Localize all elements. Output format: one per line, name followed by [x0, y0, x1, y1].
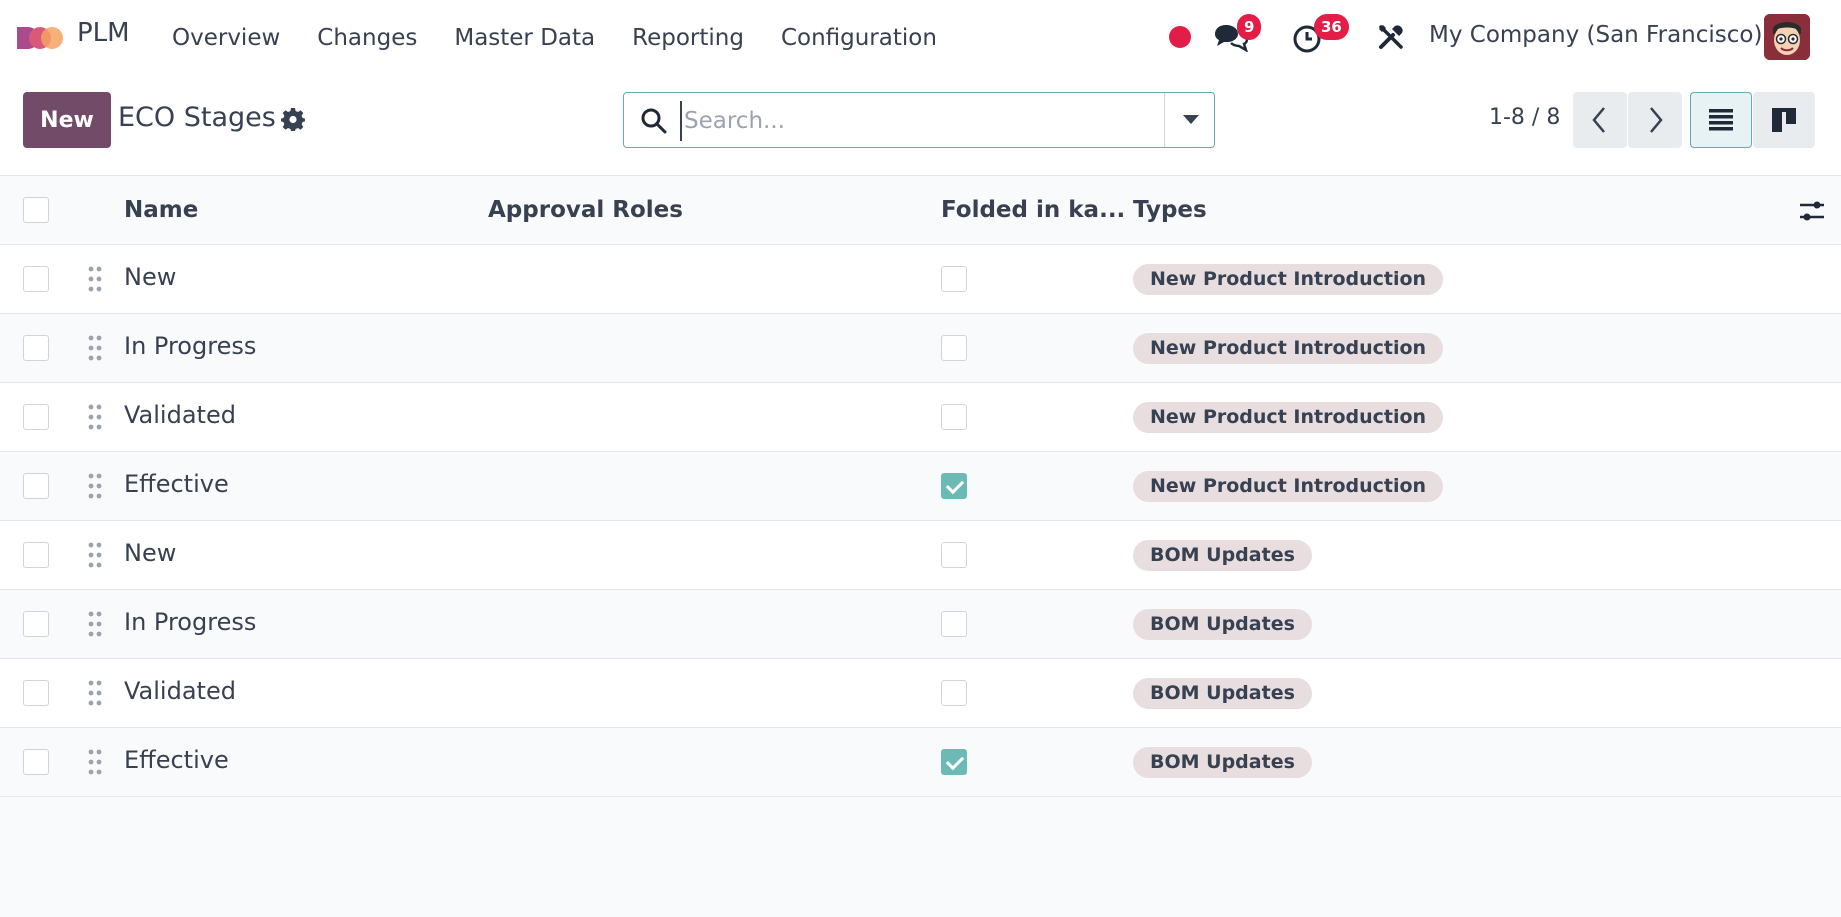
row-select-checkbox[interactable] [23, 542, 49, 568]
folded-checkbox[interactable] [941, 335, 967, 361]
menu-master-data[interactable]: Master Data [454, 25, 595, 51]
top-navbar: PLM Overview Changes Master Data Reporti… [0, 0, 1841, 75]
chevron-right-icon [1650, 107, 1663, 133]
table-row[interactable]: Effective New Product Introduction [0, 452, 1841, 521]
drag-handle-icon[interactable] [88, 610, 102, 638]
type-tag: BOM Updates [1133, 678, 1312, 709]
recording-indicator-icon[interactable] [1169, 26, 1191, 48]
eco-stages-table: Name Approval Roles Folded in ka... Type… [0, 177, 1841, 797]
folded-checkbox[interactable] [941, 542, 967, 568]
gear-icon[interactable] [281, 107, 305, 131]
table-row[interactable]: New New Product Introduction [0, 245, 1841, 314]
stage-name[interactable]: In Progress [124, 332, 256, 360]
row-select-checkbox[interactable] [23, 473, 49, 499]
drag-handle-icon[interactable] [88, 334, 102, 362]
menu-reporting[interactable]: Reporting [632, 25, 744, 51]
drag-handle-icon[interactable] [88, 265, 102, 293]
row-select-checkbox[interactable] [23, 335, 49, 361]
row-select-checkbox[interactable] [23, 266, 49, 292]
stage-name[interactable]: New [124, 539, 176, 567]
folded-checkbox[interactable] [941, 611, 967, 637]
row-select-checkbox[interactable] [23, 749, 49, 775]
kanban-view-button[interactable] [1753, 92, 1815, 148]
app-name[interactable]: PLM [77, 18, 130, 48]
folded-checkbox[interactable] [941, 266, 967, 292]
pager-previous-button[interactable] [1573, 92, 1627, 148]
stage-name[interactable]: Validated [124, 401, 236, 429]
folded-checkbox[interactable] [941, 680, 967, 706]
drag-handle-icon[interactable] [88, 403, 102, 431]
list-view-icon [1709, 109, 1733, 131]
type-tag: New Product Introduction [1133, 402, 1444, 433]
control-panel: New ECO Stages 1-8 / 8 [0, 75, 1841, 176]
search-options-toggle[interactable] [1164, 93, 1214, 147]
row-select-checkbox[interactable] [23, 611, 49, 637]
folded-checkbox[interactable] [941, 473, 967, 499]
row-select-checkbox[interactable] [23, 404, 49, 430]
optional-columns-icon[interactable] [1798, 197, 1826, 225]
table-row[interactable]: Validated New Product Introduction [0, 383, 1841, 452]
list-view-button[interactable] [1690, 92, 1752, 148]
drag-handle-icon[interactable] [88, 472, 102, 500]
page-title[interactable]: ECO Stages [118, 102, 276, 133]
folded-checkbox[interactable] [941, 404, 967, 430]
messages-count-badge: 9 [1237, 14, 1262, 40]
plm-logo-icon[interactable] [17, 21, 65, 55]
table-row[interactable]: Effective BOM Updates [0, 728, 1841, 797]
type-tag: BOM Updates [1133, 747, 1312, 778]
column-header-folded[interactable]: Folded in ka... [941, 197, 1125, 223]
type-tag: BOM Updates [1133, 609, 1312, 640]
menu-changes[interactable]: Changes [317, 25, 417, 51]
stage-name[interactable]: Effective [124, 470, 229, 498]
pager-value[interactable]: 1-8 / 8 [1489, 105, 1560, 130]
drag-handle-icon[interactable] [88, 679, 102, 707]
activities-count-badge: 36 [1314, 14, 1349, 40]
menu-configuration[interactable]: Configuration [781, 25, 937, 51]
column-header-name[interactable]: Name [124, 197, 198, 223]
debug-tools-icon[interactable] [1377, 23, 1405, 51]
row-select-checkbox[interactable] [23, 680, 49, 706]
chevron-left-icon [1592, 107, 1605, 133]
main-menu: Overview Changes Master Data Reporting C… [172, 0, 974, 75]
stage-name[interactable]: Validated [124, 677, 236, 705]
table-row[interactable]: In Progress BOM Updates [0, 590, 1841, 659]
column-header-approval-roles[interactable]: Approval Roles [488, 197, 683, 223]
column-header-types[interactable]: Types [1133, 197, 1207, 223]
table-row[interactable]: New BOM Updates [0, 521, 1841, 590]
stage-name[interactable]: In Progress [124, 608, 256, 636]
table-body: New New Product Introduction In Progress… [0, 245, 1841, 797]
company-switcher[interactable]: My Company (San Francisco) [1429, 22, 1762, 48]
type-tag: New Product Introduction [1133, 264, 1444, 295]
kanban-view-icon [1772, 108, 1796, 132]
search-input[interactable] [680, 101, 1180, 141]
new-button[interactable]: New [23, 92, 111, 148]
stage-name[interactable]: New [124, 263, 176, 291]
drag-handle-icon[interactable] [88, 748, 102, 776]
folded-checkbox[interactable] [941, 749, 967, 775]
search-icon [641, 108, 667, 134]
pager-next-button[interactable] [1628, 92, 1682, 148]
table-row[interactable]: Validated BOM Updates [0, 659, 1841, 728]
table-row[interactable]: In Progress New Product Introduction [0, 314, 1841, 383]
stage-name[interactable]: Effective [124, 746, 229, 774]
type-tag: New Product Introduction [1133, 333, 1444, 364]
select-all-checkbox[interactable] [23, 197, 49, 223]
user-avatar-icon [1764, 14, 1810, 60]
type-tag: BOM Updates [1133, 540, 1312, 571]
caret-down-icon [1183, 115, 1199, 124]
drag-handle-icon[interactable] [88, 541, 102, 569]
menu-overview[interactable]: Overview [172, 25, 280, 51]
table-header: Name Approval Roles Folded in ka... Type… [0, 177, 1841, 245]
user-avatar[interactable] [1764, 14, 1810, 60]
type-tag: New Product Introduction [1133, 471, 1444, 502]
search-bar [623, 92, 1215, 148]
